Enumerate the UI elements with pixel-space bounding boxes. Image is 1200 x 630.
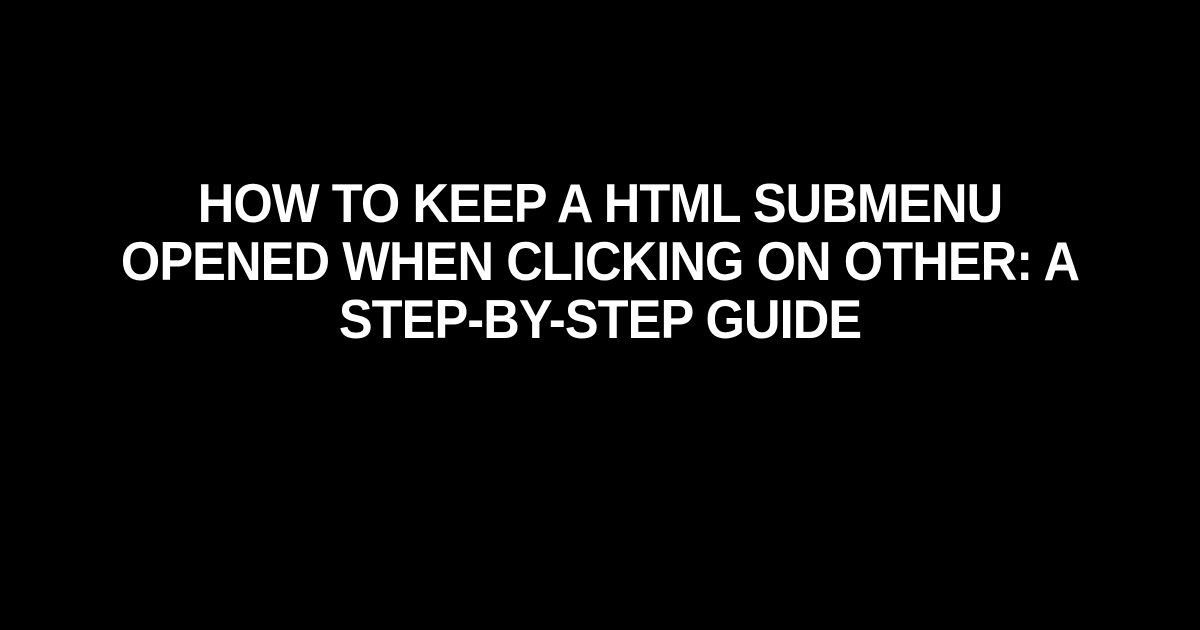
page-title: How to Keep a HTML Submenu Opened When C… [94, 175, 1106, 348]
